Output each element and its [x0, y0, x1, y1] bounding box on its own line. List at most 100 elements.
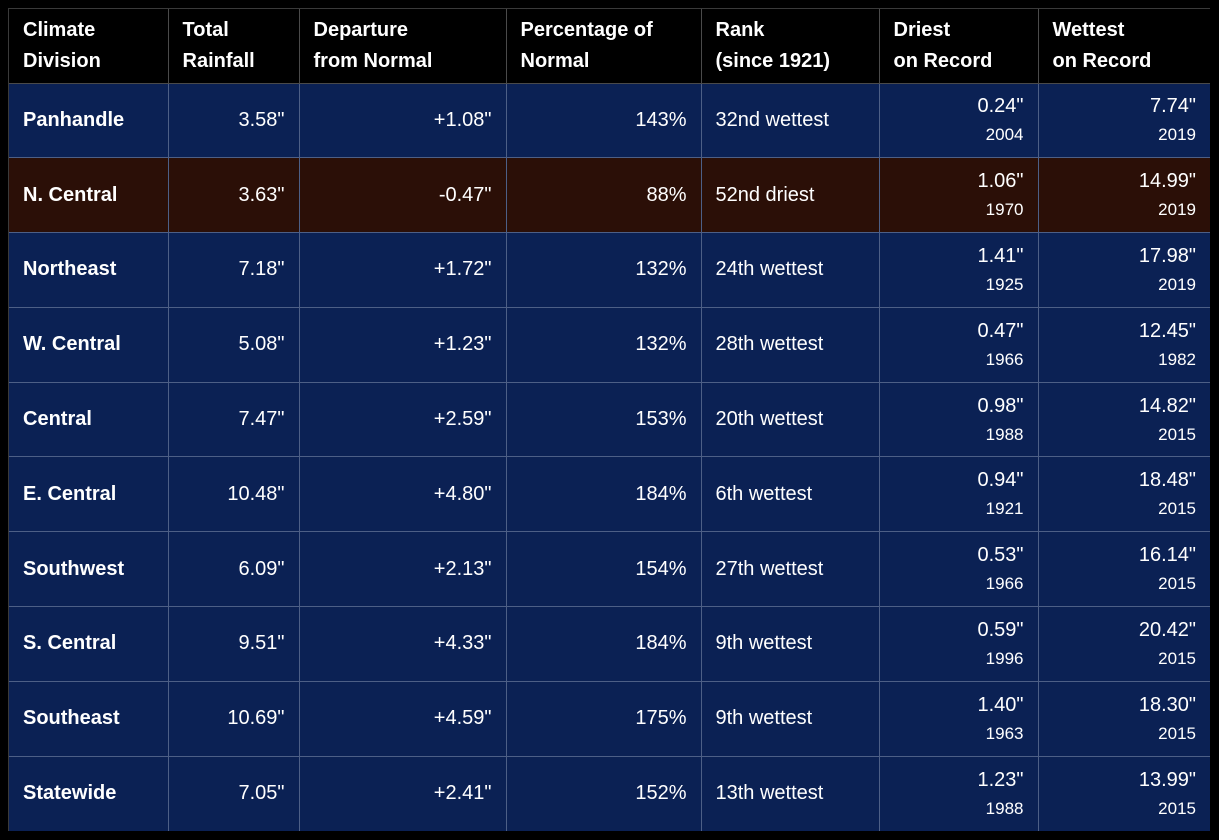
cell-rank: 32nd wettest — [701, 83, 880, 159]
record-value: 17.98" — [1138, 244, 1196, 267]
record-year: 2015 — [1158, 574, 1196, 594]
record-value: 7.74" — [1149, 95, 1196, 118]
header-driest: Driest on Record — [879, 9, 1039, 84]
table-row: W. Central 5.08" +1.23" 132% 28th wettest 0.4… — [9, 307, 1210, 383]
rainfall-table: Climate Division Total Rainfall Departur… — [9, 9, 1210, 831]
header-line: from Normal — [313, 49, 433, 72]
cell-departure: +4.33" — [299, 606, 507, 682]
cell-departure: -0.47" — [299, 157, 507, 234]
cell-rank: 6th wettest — [701, 456, 880, 533]
cell-wettest-record: 14.99" 2019 — [1038, 157, 1210, 234]
record-year: 1963 — [985, 723, 1024, 743]
cell-total-rainfall: 10.48" — [168, 456, 300, 533]
table-row: Southeast 10.69" +4.59" 175% 9th wettest 1.40… — [9, 681, 1210, 757]
cell-division: Panhandle — [9, 83, 169, 159]
record-year: 1970 — [985, 200, 1024, 220]
cell-departure: +1.72" — [299, 232, 507, 308]
cell-driest-record: 0.24" 2004 — [879, 83, 1039, 159]
table-row: Statewide 7.05" +2.41" 152% 13th wettest 1.23… — [9, 756, 1210, 831]
cell-percentage: 88% — [506, 157, 702, 234]
table-row: Southwest 6.09" +2.13" 154% 27th wettest 0.53… — [9, 531, 1210, 608]
cell-driest-record: 0.98" 1988 — [879, 382, 1039, 458]
cell-departure: +2.41" — [299, 756, 507, 831]
cell-departure: +4.59" — [299, 681, 507, 757]
cell-division: W. Central — [9, 307, 169, 383]
record-value: 18.30" — [1138, 693, 1196, 716]
cell-rank: 9th wettest — [701, 606, 880, 682]
record-value: 1.23" — [977, 768, 1024, 791]
table-row: N. Central 3.63" -0.47" 88% 52nd driest 1.06"… — [9, 157, 1210, 234]
cell-driest-record: 1.06" 1970 — [879, 157, 1039, 234]
cell-percentage: 153% — [506, 382, 702, 458]
cell-rank: 52nd driest — [701, 157, 880, 234]
cell-percentage: 184% — [506, 606, 702, 682]
header-line: Driest — [893, 18, 951, 41]
cell-departure: +4.80" — [299, 456, 507, 533]
header-line: Division — [23, 49, 101, 72]
cell-driest-record: 0.53" 1966 — [879, 531, 1039, 608]
record-year: 1996 — [985, 648, 1024, 668]
record-value: 12.45" — [1138, 319, 1196, 342]
record-value: 0.94" — [977, 469, 1024, 492]
record-year: 2019 — [1158, 125, 1196, 145]
cell-percentage: 132% — [506, 232, 702, 308]
record-value: 0.59" — [977, 618, 1024, 641]
record-value: 1.06" — [977, 170, 1024, 193]
cell-division: Southwest — [9, 531, 169, 608]
header-departure: Departure from Normal — [299, 9, 507, 84]
record-year: 2015 — [1158, 499, 1196, 519]
cell-division: S. Central — [9, 606, 169, 682]
record-year: 1966 — [985, 574, 1024, 594]
cell-division: Statewide — [9, 756, 169, 831]
table-row: Central 7.47" +2.59" 153% 20th wettest 0.98" 1… — [9, 382, 1210, 458]
header-row: Climate Division Total Rainfall Departur… — [9, 9, 1210, 84]
cell-wettest-record: 20.42" 2015 — [1038, 606, 1210, 682]
cell-driest-record: 1.40" 1963 — [879, 681, 1039, 757]
record-year: 2019 — [1158, 200, 1196, 220]
cell-percentage: 143% — [506, 83, 702, 159]
cell-departure: +1.08" — [299, 83, 507, 159]
record-value: 18.48" — [1138, 469, 1196, 492]
cell-division: Central — [9, 382, 169, 458]
header-rank: Rank (since 1921) — [701, 9, 880, 84]
cell-division: N. Central — [9, 157, 169, 234]
table-row: S. Central 9.51" +4.33" 184% 9th wettest 0.59… — [9, 606, 1210, 682]
cell-wettest-record: 13.99" 2015 — [1038, 756, 1210, 831]
cell-total-rainfall: 7.18" — [168, 232, 300, 308]
cell-rank: 13th wettest — [701, 756, 880, 831]
header-line: Rank — [715, 18, 765, 41]
record-year: 1988 — [985, 424, 1024, 444]
record-value: 0.98" — [977, 394, 1024, 417]
cell-total-rainfall: 3.63" — [168, 157, 300, 234]
cell-driest-record: 1.23" 1988 — [879, 756, 1039, 831]
record-value: 16.14" — [1138, 544, 1196, 567]
record-value: 14.82" — [1138, 394, 1196, 417]
cell-wettest-record: 18.30" 2015 — [1038, 681, 1210, 757]
cell-rank: 20th wettest — [701, 382, 880, 458]
record-value: 14.99" — [1138, 170, 1196, 193]
header-line: Total — [182, 18, 229, 41]
cell-rank: 24th wettest — [701, 232, 880, 308]
table-row: Panhandle 3.58" +1.08" 143% 32nd wettest 0.24… — [9, 83, 1210, 159]
table-header: Climate Division Total Rainfall Departur… — [9, 9, 1210, 84]
record-year: 2019 — [1158, 274, 1196, 294]
record-year: 2015 — [1158, 798, 1196, 818]
record-year: 2015 — [1158, 723, 1196, 743]
cell-division: Northeast — [9, 232, 169, 308]
header-wettest: Wettest on Record — [1038, 9, 1210, 84]
cell-total-rainfall: 5.08" — [168, 307, 300, 383]
record-year: 2015 — [1158, 648, 1196, 668]
cell-departure: +2.59" — [299, 382, 507, 458]
record-value: 1.40" — [977, 693, 1024, 716]
header-percentage: Percentage of Normal — [506, 9, 702, 84]
cell-wettest-record: 7.74" 2019 — [1038, 83, 1210, 159]
record-value: 0.47" — [977, 319, 1024, 342]
header-climate-division: Climate Division — [9, 9, 169, 84]
cell-total-rainfall: 10.69" — [168, 681, 300, 757]
record-value: 13.99" — [1138, 768, 1196, 791]
record-year: 1966 — [985, 349, 1024, 369]
header-line: Rainfall — [182, 49, 255, 72]
header-total-rainfall: Total Rainfall — [168, 9, 300, 84]
table-row: E. Central 10.48" +4.80" 184% 6th wettest 0.9… — [9, 456, 1210, 533]
cell-departure: +1.23" — [299, 307, 507, 383]
